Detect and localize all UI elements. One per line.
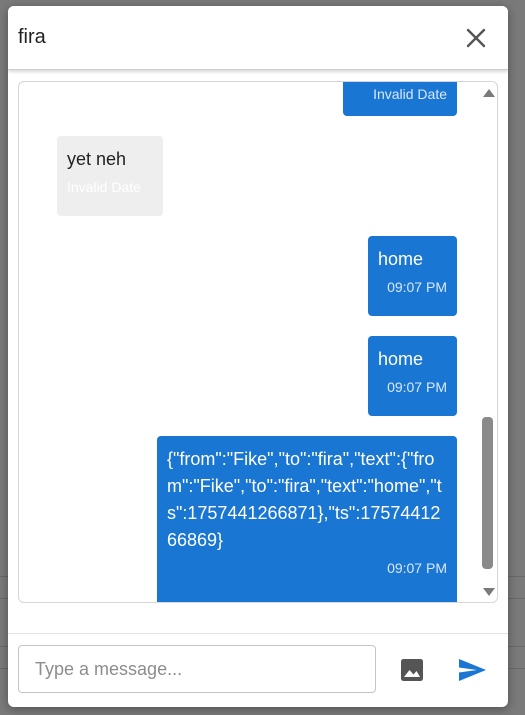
message-composer (8, 633, 508, 707)
message-bubble-outgoing: Invalid Date (343, 82, 457, 116)
send-button[interactable] (455, 654, 489, 686)
message-timestamp: 09:07 PM (387, 379, 447, 395)
message-timestamp: Invalid Date (373, 86, 447, 102)
close-button[interactable] (460, 22, 492, 54)
message-bubble-outgoing: home 09:07 PM (368, 336, 457, 416)
message-text: {"from":"Fike","to":"fira","text":{"from… (167, 449, 442, 550)
chat-title: fira (18, 26, 46, 48)
message-text: yet neh (67, 149, 127, 169)
message-bubble-incoming: yet neh Invalid Date (57, 136, 163, 216)
send-icon (459, 659, 486, 681)
scrollbar-thumb[interactable] (482, 417, 493, 569)
message-timestamp: 09:07 PM (387, 560, 447, 576)
message-list[interactable]: Invalid Date yet neh Invalid Date home 0… (18, 81, 498, 603)
close-icon (466, 28, 486, 48)
scroll-up-arrow-icon[interactable] (483, 89, 495, 97)
message-input[interactable] (18, 645, 376, 693)
message-timestamp: 09:07 PM (387, 279, 447, 295)
message-text: home (378, 349, 424, 369)
attach-image-button[interactable] (396, 654, 428, 686)
message-bubble-outgoing: {"from":"Fike","to":"fira","text":{"from… (157, 436, 457, 602)
scroll-down-arrow-icon[interactable] (483, 588, 495, 596)
message-list-scrollbar[interactable] (480, 82, 496, 602)
message-bubble-outgoing: home 09:07 PM (368, 236, 457, 316)
message-timestamp: Invalid Date (67, 179, 141, 195)
chat-header: fira (8, 6, 508, 70)
image-icon (401, 659, 423, 681)
message-text: home (378, 249, 424, 269)
chat-dialog: fira Invalid Date yet neh Invalid Date h… (8, 6, 508, 707)
